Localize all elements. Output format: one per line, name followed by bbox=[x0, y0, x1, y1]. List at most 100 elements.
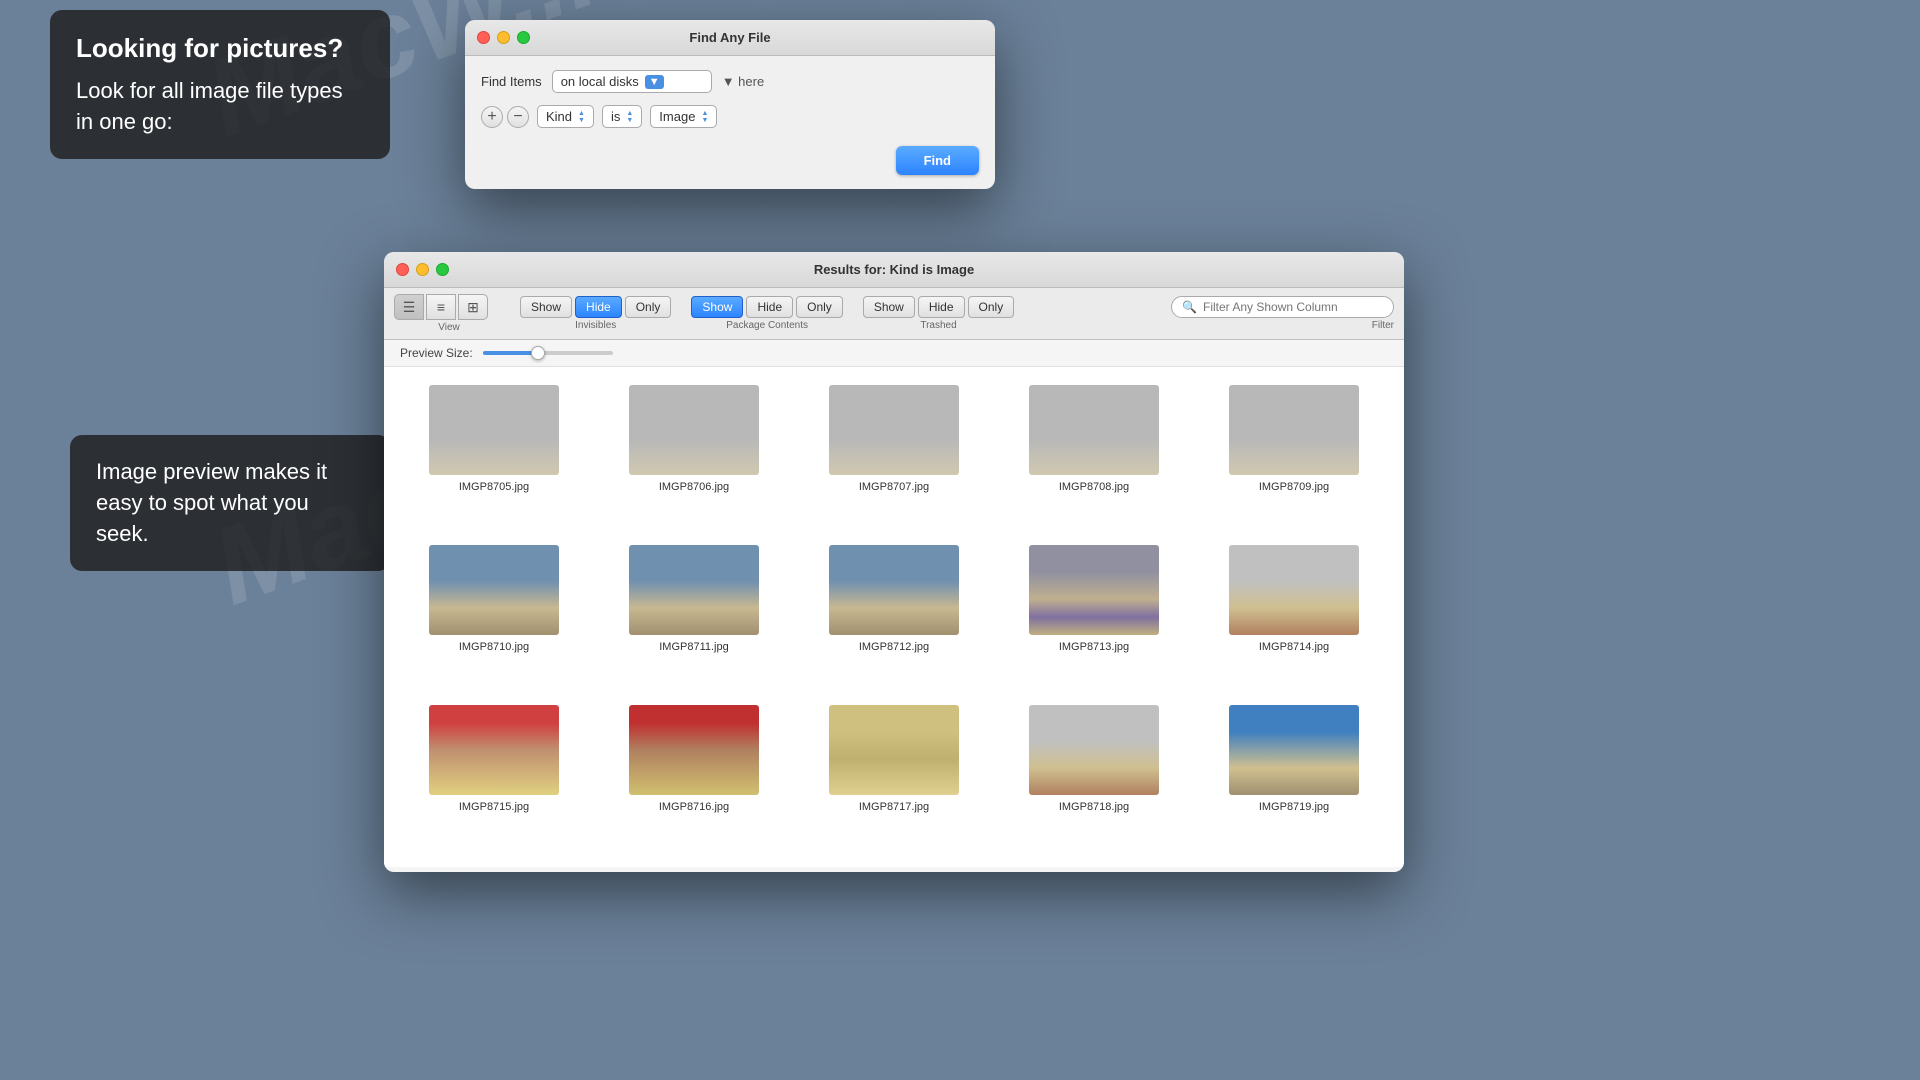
trashed-show-button[interactable]: Show bbox=[863, 296, 915, 318]
invisibles-label: Invisibles bbox=[575, 320, 616, 331]
filter-input[interactable] bbox=[1203, 300, 1383, 314]
results-maximize-button[interactable] bbox=[436, 263, 449, 276]
criteria-field-select[interactable]: Kind ▲ ▼ bbox=[537, 105, 594, 128]
image-item[interactable]: IMGP8714.jpg bbox=[1194, 537, 1394, 697]
image-filename: IMGP8710.jpg bbox=[459, 641, 529, 653]
elsewhere-button[interactable]: ▼ here bbox=[722, 74, 765, 89]
stepper-down-icon3: ▼ bbox=[701, 117, 708, 124]
results-close-button[interactable] bbox=[396, 263, 409, 276]
image-thumbnail bbox=[829, 385, 959, 475]
find-dialog-titlebar: Find Any File bbox=[465, 20, 995, 56]
view-detail-button[interactable]: ≡ bbox=[426, 294, 456, 320]
image-item[interactable]: IMGP8713.jpg bbox=[994, 537, 1194, 697]
info-box-preview: Image preview makes it easy to spot what… bbox=[70, 435, 390, 571]
find-items-label: Find Items bbox=[481, 74, 542, 89]
info-box-heading-2: Image preview makes it easy to spot what… bbox=[96, 457, 364, 549]
view-label: View bbox=[438, 322, 460, 333]
image-filename: IMGP8716.jpg bbox=[659, 801, 729, 813]
image-item[interactable]: IMGP8715.jpg bbox=[394, 697, 594, 857]
criteria-value-select[interactable]: Image ▲ ▼ bbox=[650, 105, 717, 128]
info-box-body-1: Look for all image file types in one go: bbox=[76, 76, 364, 138]
location-dropdown[interactable]: on local disks ▼ bbox=[552, 70, 712, 93]
package-hide-button[interactable]: Hide bbox=[746, 296, 793, 318]
add-criteria-button[interactable]: + bbox=[481, 106, 503, 128]
invisibles-group: Show Hide Only Invisibles bbox=[520, 296, 671, 331]
image-grid: IMGP8705.jpgIMGP8706.jpgIMGP8707.jpgIMGP… bbox=[384, 367, 1404, 867]
find-items-row: Find Items on local disks ▼ ▼ here bbox=[481, 70, 979, 93]
image-thumbnail bbox=[1029, 385, 1159, 475]
image-thumbnail bbox=[1229, 705, 1359, 795]
stepper-up-icon3: ▲ bbox=[701, 110, 708, 117]
image-filename: IMGP8715.jpg bbox=[459, 801, 529, 813]
traffic-lights bbox=[477, 31, 530, 44]
image-filename: IMGP8709.jpg bbox=[1259, 481, 1329, 493]
image-thumbnail bbox=[429, 545, 559, 635]
image-item[interactable]: IMGP8719.jpg bbox=[1194, 697, 1394, 857]
image-thumbnail bbox=[829, 545, 959, 635]
trashed-label: Trashed bbox=[920, 320, 956, 331]
image-item[interactable]: IMGP8712.jpg bbox=[794, 537, 994, 697]
image-filename: IMGP8705.jpg bbox=[459, 481, 529, 493]
image-thumbnail bbox=[629, 705, 759, 795]
image-item[interactable]: IMGP8718.jpg bbox=[994, 697, 1194, 857]
criteria-value-text: Image bbox=[659, 109, 695, 124]
view-list-button[interactable]: ☰ bbox=[394, 294, 424, 320]
image-thumbnail bbox=[1229, 385, 1359, 475]
minimize-button[interactable] bbox=[497, 31, 510, 44]
preview-size-slider[interactable] bbox=[483, 351, 613, 355]
stepper-down-icon2: ▼ bbox=[626, 117, 633, 124]
image-filename: IMGP8717.jpg bbox=[859, 801, 929, 813]
invisibles-hide-button[interactable]: Hide bbox=[575, 296, 622, 318]
find-dialog-title: Find Any File bbox=[689, 30, 770, 45]
trashed-only-button[interactable]: Only bbox=[968, 296, 1015, 318]
view-buttons: ☰ ≡ ⊞ bbox=[394, 294, 488, 320]
invisibles-only-button[interactable]: Only bbox=[625, 296, 672, 318]
image-item[interactable]: IMGP8707.jpg bbox=[794, 377, 994, 537]
slider-thumb[interactable] bbox=[531, 346, 545, 360]
invisibles-buttons: Show Hide Only bbox=[520, 296, 671, 318]
info-box-heading-1: Looking for pictures? bbox=[76, 32, 364, 66]
image-item[interactable]: IMGP8705.jpg bbox=[394, 377, 594, 537]
maximize-button[interactable] bbox=[517, 31, 530, 44]
stepper-down-icon: ▼ bbox=[578, 117, 585, 124]
image-item[interactable]: IMGP8716.jpg bbox=[594, 697, 794, 857]
invisibles-show-button[interactable]: Show bbox=[520, 296, 572, 318]
criteria-operator-select[interactable]: is ▲ ▼ bbox=[602, 105, 642, 128]
close-button[interactable] bbox=[477, 31, 490, 44]
find-button[interactable]: Find bbox=[896, 146, 979, 175]
image-filename: IMGP8708.jpg bbox=[1059, 481, 1129, 493]
image-thumbnail bbox=[629, 385, 759, 475]
image-thumbnail bbox=[629, 545, 759, 635]
find-any-file-dialog: Find Any File Find Items on local disks … bbox=[465, 20, 995, 189]
slider-fill bbox=[483, 351, 538, 355]
image-filename: IMGP8713.jpg bbox=[1059, 641, 1129, 653]
criteria-operator-value: is bbox=[611, 109, 620, 124]
image-item[interactable]: IMGP8710.jpg bbox=[394, 537, 594, 697]
image-item[interactable]: IMGP8706.jpg bbox=[594, 377, 794, 537]
criteria-value-stepper: ▲ ▼ bbox=[701, 110, 708, 124]
image-filename: IMGP8711.jpg bbox=[659, 641, 729, 653]
image-thumbnail bbox=[1229, 545, 1359, 635]
image-item[interactable]: IMGP8717.jpg bbox=[794, 697, 994, 857]
remove-criteria-button[interactable]: − bbox=[507, 106, 529, 128]
package-only-button[interactable]: Only bbox=[796, 296, 843, 318]
filter-box[interactable]: 🔍 bbox=[1171, 296, 1394, 318]
find-dialog-body: Find Items on local disks ▼ ▼ here + − K… bbox=[465, 56, 995, 189]
package-show-button[interactable]: Show bbox=[691, 296, 743, 318]
filter-wrapper: 🔍 Filter bbox=[1171, 296, 1394, 331]
trashed-group: Show Hide Only Trashed bbox=[863, 296, 1014, 331]
image-item[interactable]: IMGP8708.jpg bbox=[994, 377, 1194, 537]
view-grid-button[interactable]: ⊞ bbox=[458, 294, 488, 320]
image-thumbnail bbox=[829, 705, 959, 795]
image-item[interactable]: IMGP8711.jpg bbox=[594, 537, 794, 697]
image-item[interactable]: IMGP8709.jpg bbox=[1194, 377, 1394, 537]
image-filename: IMGP8714.jpg bbox=[1259, 641, 1329, 653]
package-buttons: Show Hide Only bbox=[691, 296, 842, 318]
criteria-field-stepper: ▲ ▼ bbox=[578, 110, 585, 124]
criteria-operator-stepper: ▲ ▼ bbox=[626, 110, 633, 124]
trashed-hide-button[interactable]: Hide bbox=[918, 296, 965, 318]
info-box-pictures: Looking for pictures? Look for all image… bbox=[50, 10, 390, 159]
filter-label: Filter bbox=[1372, 320, 1394, 331]
image-thumbnail bbox=[429, 705, 559, 795]
results-minimize-button[interactable] bbox=[416, 263, 429, 276]
